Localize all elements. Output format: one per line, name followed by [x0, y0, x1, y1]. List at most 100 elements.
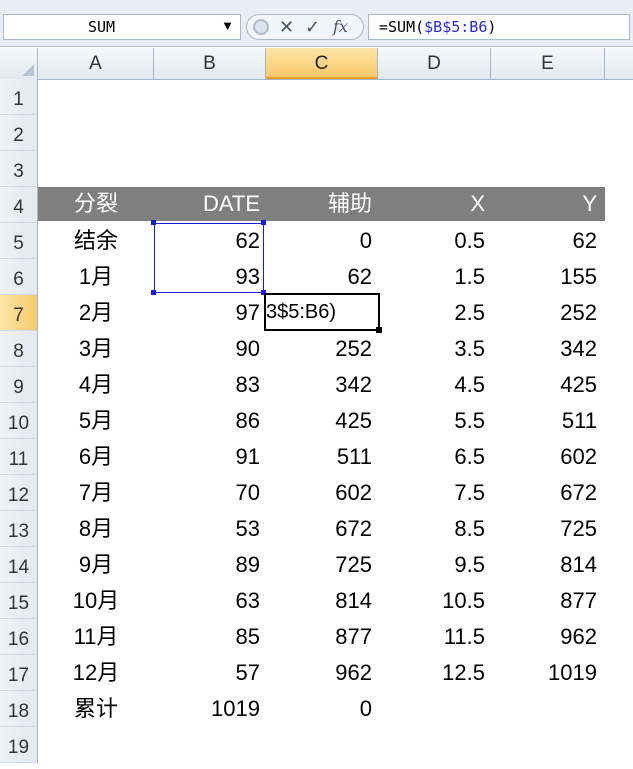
table-cell[interactable]: 10.5: [378, 583, 485, 619]
table-cell[interactable]: 602: [266, 475, 372, 511]
table-cell[interactable]: 7.5: [378, 475, 485, 511]
table-cell[interactable]: 1019: [491, 655, 597, 691]
table-cell[interactable]: 9月: [38, 547, 154, 583]
table-header-cell[interactable]: 辅助: [266, 186, 372, 222]
table-cell[interactable]: 结余: [38, 223, 154, 259]
table-cell[interactable]: 12月: [38, 655, 154, 691]
table-cell[interactable]: 89: [154, 547, 260, 583]
row-header-8[interactable]: 8: [0, 331, 38, 367]
table-header-cell[interactable]: X: [378, 186, 485, 222]
table-cell[interactable]: 672: [491, 475, 597, 511]
table-cell[interactable]: 6月: [38, 439, 154, 475]
table-cell[interactable]: 8.5: [378, 511, 485, 547]
table-cell[interactable]: 6.5: [378, 439, 485, 475]
table-cell[interactable]: 425: [266, 403, 372, 439]
table-cell[interactable]: 4.5: [378, 367, 485, 403]
table-cell[interactable]: 725: [266, 547, 372, 583]
table-cell[interactable]: 10月: [38, 583, 154, 619]
table-cell[interactable]: 3月: [38, 331, 154, 367]
table-cell[interactable]: 962: [266, 655, 372, 691]
table-cell[interactable]: 11月: [38, 619, 154, 655]
table-cell[interactable]: 342: [266, 367, 372, 403]
table-cell[interactable]: 9.5: [378, 547, 485, 583]
row-header-18[interactable]: 18: [0, 691, 38, 727]
column-header-c[interactable]: C: [266, 48, 378, 79]
name-box[interactable]: SUM ▼: [3, 14, 241, 40]
table-cell[interactable]: 5月: [38, 403, 154, 439]
range-handle[interactable]: [151, 290, 156, 295]
row-header-6[interactable]: 6: [0, 259, 38, 295]
row-header-11[interactable]: 11: [0, 439, 38, 475]
row-header-16[interactable]: 16: [0, 619, 38, 655]
table-cell[interactable]: 11.5: [378, 619, 485, 655]
column-header-a[interactable]: A: [38, 48, 154, 79]
table-cell[interactable]: 814: [491, 547, 597, 583]
row-header-14[interactable]: 14: [0, 547, 38, 583]
table-cell[interactable]: 53: [154, 511, 260, 547]
table-cell[interactable]: 1.5: [378, 259, 485, 295]
table-cell[interactable]: 252: [266, 331, 372, 367]
table-cell[interactable]: 85: [154, 619, 260, 655]
table-cell[interactable]: 86: [154, 403, 260, 439]
table-cell[interactable]: 672: [266, 511, 372, 547]
table-cell[interactable]: 3.5: [378, 331, 485, 367]
row-header-13[interactable]: 13: [0, 511, 38, 547]
table-cell[interactable]: 57: [154, 655, 260, 691]
table-cell[interactable]: 342: [491, 331, 597, 367]
table-cell[interactable]: 962: [491, 619, 597, 655]
table-cell[interactable]: 12.5: [378, 655, 485, 691]
table-cell[interactable]: 83: [154, 367, 260, 403]
table-cell[interactable]: 5.5: [378, 403, 485, 439]
table-cell[interactable]: 0: [266, 223, 372, 259]
active-cell-editor[interactable]: 3$5:B6): [264, 293, 380, 331]
table-cell[interactable]: 511: [266, 439, 372, 475]
row-header-15[interactable]: 15: [0, 583, 38, 619]
table-cell[interactable]: 0.5: [378, 223, 485, 259]
row-header-3[interactable]: 3: [0, 151, 38, 187]
select-all-corner[interactable]: [0, 48, 38, 79]
table-cell[interactable]: 155: [491, 259, 597, 295]
table-cell[interactable]: 8月: [38, 511, 154, 547]
table-cell[interactable]: 70: [154, 475, 260, 511]
table-cell[interactable]: 63: [154, 583, 260, 619]
row-header-5[interactable]: 5: [0, 223, 38, 259]
range-handle[interactable]: [261, 220, 266, 225]
table-cell[interactable]: 0: [266, 691, 372, 727]
column-header-d[interactable]: D: [378, 48, 491, 79]
row-header-4[interactable]: 4: [0, 187, 38, 223]
table-cell[interactable]: 97: [154, 295, 260, 331]
formula-input[interactable]: =SUM($B$5:B6): [368, 14, 630, 40]
cancel-icon[interactable]: ✕: [279, 16, 294, 38]
row-header-12[interactable]: 12: [0, 475, 38, 511]
table-cell[interactable]: 602: [491, 439, 597, 475]
table-cell[interactable]: 511: [491, 403, 597, 439]
table-cell[interactable]: 877: [491, 583, 597, 619]
table-cell[interactable]: 814: [266, 583, 372, 619]
table-cell[interactable]: 4月: [38, 367, 154, 403]
table-cell[interactable]: 425: [491, 367, 597, 403]
formula-resize-icon[interactable]: [253, 19, 269, 35]
table-cell[interactable]: 90: [154, 331, 260, 367]
row-header-1[interactable]: 1: [0, 79, 38, 115]
table-cell[interactable]: 62: [266, 259, 372, 295]
column-header-b[interactable]: B: [154, 48, 266, 79]
insert-function-icon[interactable]: fx: [333, 16, 348, 38]
enter-icon[interactable]: ✓: [305, 16, 320, 38]
table-cell[interactable]: 1月: [38, 259, 154, 295]
table-cell[interactable]: 252: [491, 295, 597, 331]
row-header-7[interactable]: 7: [0, 295, 38, 331]
table-cell[interactable]: 1019: [154, 691, 260, 727]
table-header-cell[interactable]: 分裂: [38, 186, 154, 222]
range-handle[interactable]: [151, 220, 156, 225]
table-cell[interactable]: 7月: [38, 475, 154, 511]
row-header-19[interactable]: 19: [0, 727, 38, 763]
table-cell[interactable]: 62: [491, 223, 597, 259]
chevron-down-icon[interactable]: ▼: [221, 18, 234, 33]
column-header-e[interactable]: E: [491, 48, 605, 79]
row-header-17[interactable]: 17: [0, 655, 38, 691]
column-header-f[interactable]: [605, 48, 633, 79]
table-cell[interactable]: 2.5: [378, 295, 485, 331]
row-header-2[interactable]: 2: [0, 115, 38, 151]
table-header-cell[interactable]: Y: [491, 186, 597, 222]
table-cell[interactable]: 累计: [38, 691, 154, 727]
